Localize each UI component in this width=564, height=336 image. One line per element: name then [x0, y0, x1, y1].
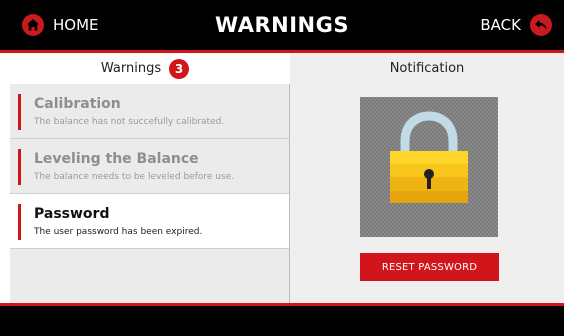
padlock-icon [360, 97, 498, 237]
warning-title: Password [34, 206, 110, 222]
warning-description: The balance has not succefully calibrate… [34, 117, 225, 127]
back-label: BACK [480, 16, 521, 34]
reset-password-button[interactable]: RESET PASSWORD [360, 253, 499, 281]
tab-warnings[interactable]: Warnings 3 [0, 53, 290, 84]
page-title: WARNINGS [215, 13, 349, 37]
warning-description: The user password has been expired. [34, 227, 203, 237]
warnings-count-badge: 3 [169, 58, 190, 79]
warnings-screen: HOME WARNINGS BACK Warnings 3 Notificati… [0, 0, 564, 336]
bottom-bar [0, 306, 564, 336]
warning-title: Leveling the Balance [34, 151, 199, 167]
warning-item-password[interactable]: Password The user password has been expi… [10, 194, 289, 249]
top-bar: HOME WARNINGS BACK [0, 0, 564, 50]
warnings-list: Calibration The balance has not succeful… [10, 84, 289, 303]
warning-item-leveling[interactable]: Leveling the Balance The balance needs t… [10, 139, 289, 194]
back-arrow-icon [530, 14, 552, 36]
tab-notification[interactable]: Notification [290, 53, 564, 84]
warning-indicator-bar [18, 204, 21, 240]
warning-description: The balance needs to be leveled before u… [34, 172, 235, 182]
back-button[interactable]: BACK [480, 12, 552, 38]
warning-indicator-bar [18, 94, 21, 130]
warning-title: Calibration [34, 96, 121, 112]
warning-item-calibration[interactable]: Calibration The balance has not succeful… [10, 84, 289, 139]
warning-indicator-bar [18, 149, 21, 185]
tab-warnings-label: Warnings [100, 61, 162, 76]
tab-notification-label: Notification [389, 61, 465, 76]
notification-panel: RESET PASSWORD [290, 84, 564, 303]
